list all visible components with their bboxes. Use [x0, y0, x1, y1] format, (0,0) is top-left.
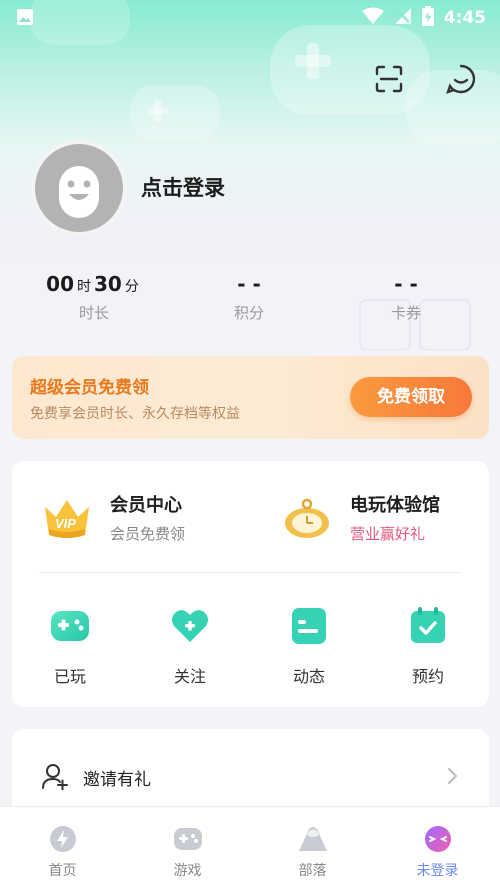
duration-hours: 00: [46, 272, 74, 296]
played-games-button[interactable]: 已玩: [20, 606, 120, 687]
signal-icon: [394, 7, 412, 29]
reservations-button[interactable]: 预约: [378, 606, 478, 687]
smile-face-icon: [424, 826, 451, 852]
stat-label: 卡券: [390, 304, 421, 322]
coupons-value: - -: [394, 272, 418, 296]
tab-label: 未登录: [416, 863, 459, 879]
stat-points[interactable]: - - 积分: [179, 270, 319, 323]
add-friend-icon: [42, 764, 68, 790]
wifi-icon: [361, 7, 384, 29]
tab-label: 首页: [48, 863, 77, 879]
arcade-hall-entry[interactable]: 电玩体验馆 营业赢好礼: [282, 491, 440, 544]
feature-subtitle: 会员免费领: [110, 525, 186, 543]
home-bolt-icon: [49, 826, 76, 852]
stat-label: 积分: [233, 304, 264, 322]
battery-icon: [421, 6, 434, 30]
scan-button[interactable]: [372, 62, 406, 96]
tab-label: 游戏: [173, 863, 202, 879]
points-value: - -: [237, 272, 261, 296]
tab-label: 部落: [298, 863, 327, 879]
status-bar: 4:45: [0, 0, 500, 34]
default-avatar-icon: [59, 166, 99, 218]
scan-icon: [375, 65, 403, 93]
tab-games[interactable]: 游戏: [125, 807, 250, 889]
tab-home[interactable]: 首页: [0, 807, 125, 889]
stat-label: 时长: [78, 304, 109, 322]
stat-duration[interactable]: 00 时 30 分 时长: [24, 270, 164, 323]
calendar-check-icon: [411, 607, 445, 643]
gamepad-icon: [173, 828, 202, 850]
quick-action-label: 预约: [411, 667, 444, 686]
minutes-unit: 分: [124, 279, 139, 295]
avatar[interactable]: [31, 140, 127, 236]
gamepad-icon: [51, 611, 89, 641]
bottom-navigation: 首页 游戏 部落 未登录: [0, 806, 500, 889]
vip-crown-icon: VIP: [45, 499, 89, 538]
claim-free-button[interactable]: 免费领取: [350, 377, 472, 417]
pocket-watch-icon: [285, 498, 329, 538]
gallery-icon: [16, 8, 34, 30]
login-prompt[interactable]: 点击登录: [141, 172, 225, 202]
heart-icon: [171, 610, 209, 642]
chat-smile-icon: [446, 64, 476, 94]
feature-title: 会员中心: [110, 495, 182, 516]
feature-subtitle: 营业赢好礼: [350, 525, 426, 543]
divider: [39, 572, 461, 573]
hours-unit: 时: [77, 279, 91, 295]
vip-banner-subtitle: 免费享会员时长、永久存档等权益: [30, 406, 240, 422]
quick-action-label: 已玩: [53, 667, 86, 686]
decorative-gamepad-icon: [130, 85, 220, 140]
status-time: 4:45: [443, 8, 486, 28]
vip-promo-banner[interactable]: 超级会员免费领 免费享会员时长、永久存档等权益 免费领取: [12, 356, 489, 439]
svg-text:VIP: VIP: [55, 516, 76, 531]
stat-coupons[interactable]: - - 卡券: [336, 270, 476, 323]
quick-action-label: 关注: [173, 667, 206, 686]
duration-minutes: 30: [94, 272, 122, 296]
feature-title: 电玩体验馆: [350, 495, 440, 516]
tribe-mountain-icon: [298, 827, 327, 851]
quick-action-label: 动态: [292, 667, 325, 686]
member-center-entry[interactable]: VIP 会员中心 会员免费领: [42, 491, 185, 544]
chevron-right-icon: [448, 768, 458, 784]
follow-button[interactable]: 关注: [140, 606, 240, 687]
post-icon: [292, 608, 326, 644]
tab-tribe[interactable]: 部落: [250, 807, 375, 889]
tab-profile[interactable]: 未登录: [375, 807, 500, 889]
invite-label: 邀请有礼: [83, 770, 151, 790]
features-card: VIP 会员中心 会员免费领 电玩体验馆 营业赢好礼 已玩 关注 动态 预约: [12, 461, 489, 707]
posts-button[interactable]: 动态: [259, 606, 359, 687]
message-button[interactable]: [444, 62, 478, 96]
vip-banner-title: 超级会员免费领: [30, 378, 149, 398]
